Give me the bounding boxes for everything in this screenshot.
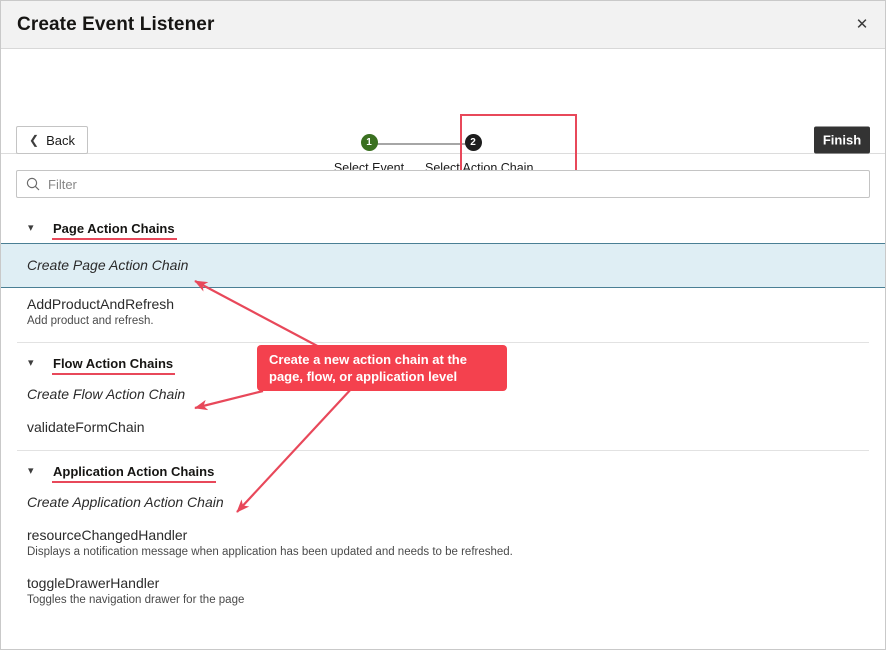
list-item-validateformchain[interactable]: validateFormChain [1, 411, 885, 444]
list-item-title: AddProductAndRefresh [27, 296, 175, 312]
create-event-listener-dialog: Create Event Listener ✕ ❮ Back 1 Select … [0, 0, 886, 650]
list-item-title: resourceChangedHandler [27, 527, 188, 543]
annotation-callout: Create a new action chain at the page, f… [257, 345, 507, 391]
list-item-create-application-action-chain[interactable]: Create Application Action Chain [1, 486, 885, 519]
chevron-down-icon[interactable]: ▾ [28, 358, 34, 369]
list-item-title: toggleDrawerHandler [27, 575, 160, 591]
list-item-description: Displays a notification message when app… [27, 546, 513, 558]
finish-button[interactable]: Finish [814, 126, 870, 154]
list-item-description: Toggles the navigation drawer for the pa… [27, 594, 245, 606]
wizard-step-select-event[interactable]: 1 Select Event [321, 127, 417, 175]
step-1-indicator[interactable]: 1 [360, 134, 378, 151]
list-item-resourcechangedhandler[interactable]: resourceChangedHandler Displays a notifi… [1, 519, 885, 567]
page-title: Create Event Listener [17, 13, 215, 35]
close-icon[interactable]: ✕ [849, 12, 875, 38]
group-divider [17, 450, 869, 451]
group-header-application-action-chains[interactable]: ▾ Application Action Chains [1, 457, 885, 486]
list-item-addproductandrefresh[interactable]: AddProductAndRefresh Add product and ref… [1, 288, 885, 336]
search-icon [26, 177, 40, 191]
chevron-down-icon[interactable]: ▾ [28, 466, 34, 477]
back-button[interactable]: ❮ Back [16, 126, 88, 154]
search-input[interactable] [48, 176, 869, 192]
group-header-page-action-chains[interactable]: ▾ Page Action Chains [1, 214, 885, 243]
list-item-description: Add product and refresh. [27, 315, 154, 327]
group-divider [17, 342, 869, 343]
chevron-left-icon: ❮ [29, 133, 40, 147]
wizard-step-select-action-chain[interactable]: 2 Select Action Chain [425, 127, 533, 175]
dialog-titlebar: Create Event Listener ✕ [1, 1, 885, 49]
group-title: Application Action Chains [51, 464, 217, 483]
list-item-create-page-action-chain[interactable]: Create Page Action Chain [1, 243, 885, 288]
wizard-toolbar: ❮ Back 1 Select Event 2 Select Action Ch… [1, 49, 885, 187]
filter-box[interactable] [16, 170, 870, 198]
step-2-indicator[interactable]: 2 [464, 134, 482, 151]
list-item-title: Create Page Action Chain [27, 257, 189, 273]
list-item-title: Create Application Action Chain [27, 494, 224, 510]
action-chain-list: ▾ Page Action Chains Create Page Action … [1, 214, 885, 615]
group-title: Flow Action Chains [51, 356, 176, 375]
group-title: Page Action Chains [52, 221, 177, 240]
back-button-label: Back [46, 132, 75, 148]
list-item-toggledrawerhandler[interactable]: toggleDrawerHandler Toggles the navigati… [1, 567, 885, 615]
chevron-down-icon[interactable]: ▾ [28, 223, 34, 234]
list-item-title: validateFormChain [27, 419, 145, 435]
